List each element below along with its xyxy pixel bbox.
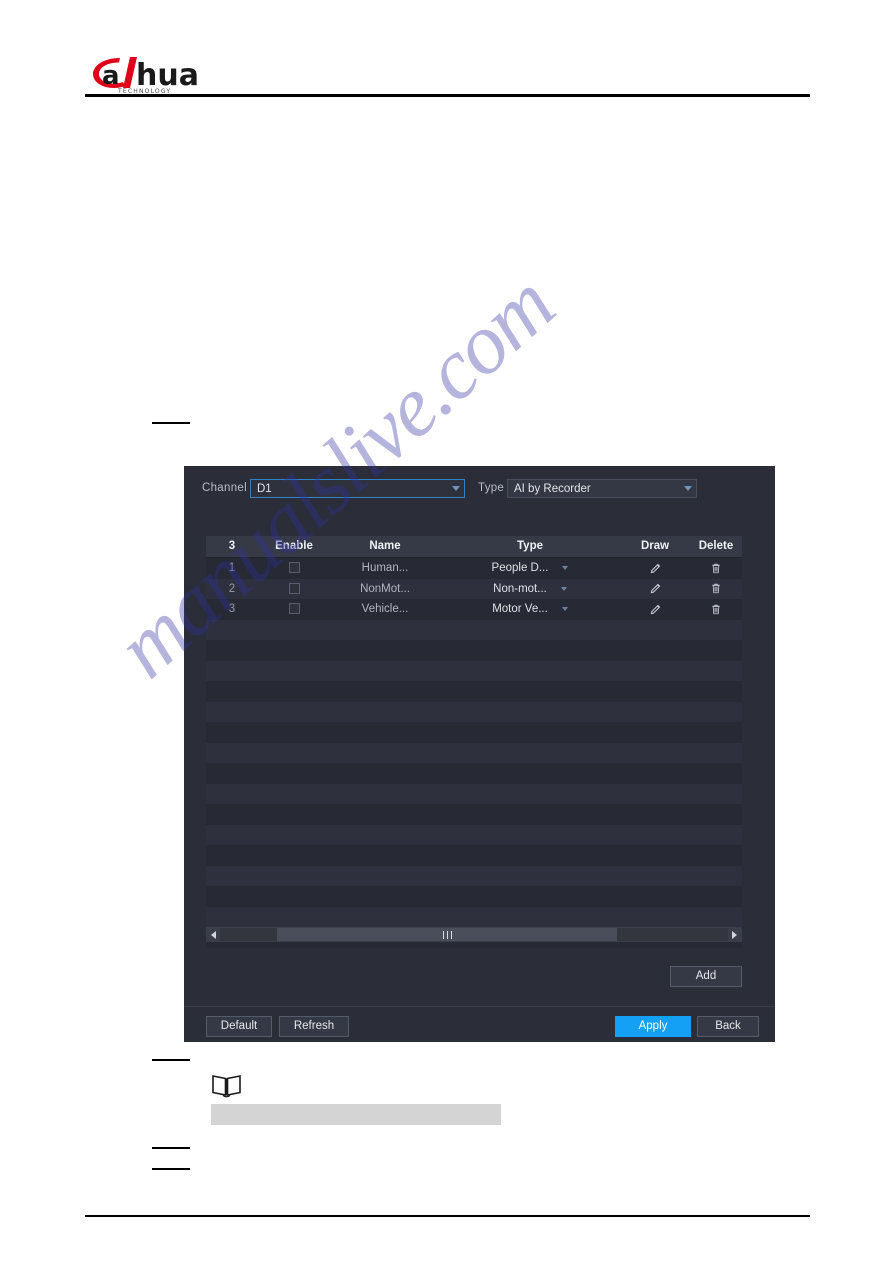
table-body: 1 Human... People D... 2 NonMot... Non-mot...… [206, 558, 742, 948]
svg-text:a: a [102, 61, 120, 91]
channel-label: Channel [202, 482, 247, 494]
column-header-name: Name [369, 540, 401, 552]
type-select-value: AI by Recorder [514, 482, 591, 495]
column-header-delete: Delete [698, 540, 734, 552]
table-row-empty [206, 824, 742, 845]
filter-bar: Channel D1 Type AI by Recorder [184, 466, 775, 518]
rule-type-select[interactable]: Non-mot... [440, 579, 620, 600]
draw-button[interactable] [620, 599, 690, 620]
table-row[interactable]: 2 NonMot... Non-mot... [206, 578, 742, 600]
table-row-empty [206, 681, 742, 702]
row-index: 1 [228, 562, 236, 574]
rule-name: Human... [361, 562, 409, 574]
default-button[interactable]: Default [206, 1016, 272, 1037]
table-row-empty [206, 783, 742, 804]
redacted-text-line-3 [152, 1147, 190, 1149]
redacted-text-line-2 [152, 1059, 190, 1061]
dahua-logo: a hua TECHNOLOGY [90, 52, 290, 94]
chevron-down-icon [561, 607, 568, 612]
chevron-down-icon [560, 586, 567, 591]
scroll-right-icon[interactable] [728, 928, 741, 941]
grip-line [450, 930, 452, 939]
type-select[interactable]: AI by Recorder [507, 479, 697, 498]
apply-button[interactable]: Apply [615, 1016, 691, 1037]
chevron-down-icon [684, 486, 692, 491]
rule-type-select[interactable]: People D... [440, 558, 620, 579]
rule-type-select[interactable]: Motor Ve... [440, 599, 620, 620]
horizontal-scrollbar[interactable] [206, 927, 742, 942]
column-header-index: 3 [228, 540, 236, 552]
table-row-empty [206, 742, 742, 763]
chevron-down-icon [452, 486, 460, 491]
delete-button[interactable] [690, 579, 742, 600]
chevron-down-icon [562, 566, 569, 571]
table-row-empty [206, 804, 742, 825]
pencil-icon [620, 579, 690, 600]
rule-name: NonMot... [360, 582, 410, 595]
add-button-row: Add [184, 956, 775, 994]
add-button[interactable]: Add [670, 966, 742, 987]
scroll-left-icon[interactable] [207, 928, 220, 941]
table-row[interactable]: 3 Vehicle... Motor Ve... [206, 599, 742, 620]
table-row-empty [206, 701, 742, 722]
table-row-empty [206, 906, 742, 927]
trash-icon [690, 599, 742, 620]
rule-name: Vehicle... [361, 603, 409, 615]
pencil-icon [620, 558, 690, 579]
trash-icon [690, 558, 742, 579]
redacted-note-block [211, 1104, 501, 1125]
draw-button[interactable] [620, 579, 690, 600]
pencil-icon [620, 599, 690, 620]
redacted-text-line-1 [152, 422, 190, 424]
row-index: 3 [228, 603, 236, 615]
note-book-icon [211, 1072, 243, 1098]
enable-checkbox[interactable] [258, 579, 330, 600]
trash-icon [690, 579, 742, 600]
table-row-empty [206, 845, 742, 866]
table-row-empty [206, 886, 742, 907]
table-row-empty [206, 722, 742, 743]
table-row-empty [206, 763, 742, 784]
footer-divider-rule [85, 1215, 810, 1217]
ai-smart-plan-dialog: Channel D1 Type AI by Recorder 3 Enable … [184, 466, 775, 1042]
grip-line [446, 930, 448, 939]
table-row[interactable]: 1 Human... People D... [206, 558, 742, 579]
scrollbar-thumb[interactable] [276, 928, 618, 941]
delete-button[interactable] [690, 599, 742, 620]
refresh-button[interactable]: Refresh [279, 1016, 349, 1037]
table-header-row: 3 Enable Name Type Draw Delete [206, 536, 742, 558]
channel-select-value: D1 [257, 482, 272, 495]
enable-checkbox[interactable] [258, 558, 330, 579]
dialog-footer: Default Refresh Apply Back [184, 1007, 775, 1042]
draw-button[interactable] [620, 558, 690, 579]
delete-button[interactable] [690, 558, 742, 579]
redacted-text-line-4 [152, 1168, 190, 1170]
table-row-empty [206, 660, 742, 681]
page-header: a hua TECHNOLOGY [85, 48, 810, 98]
header-divider-rule [85, 94, 810, 97]
column-header-draw: Draw [640, 540, 670, 552]
back-button[interactable]: Back [697, 1016, 759, 1037]
table-row-empty [206, 865, 742, 886]
channel-select[interactable]: D1 [250, 479, 465, 498]
enable-checkbox[interactable] [258, 599, 330, 620]
rules-table: 3 Enable Name Type Draw Delete 1 Human...… [206, 536, 742, 948]
grip-line [442, 930, 444, 939]
type-label: Type [478, 482, 505, 494]
row-index: 2 [228, 582, 236, 595]
table-row-empty [206, 640, 742, 661]
column-header-type: Type [517, 540, 543, 552]
column-header-enable: Enable [275, 540, 313, 552]
table-row-empty [206, 619, 742, 640]
scrollbar-track[interactable] [220, 928, 728, 941]
